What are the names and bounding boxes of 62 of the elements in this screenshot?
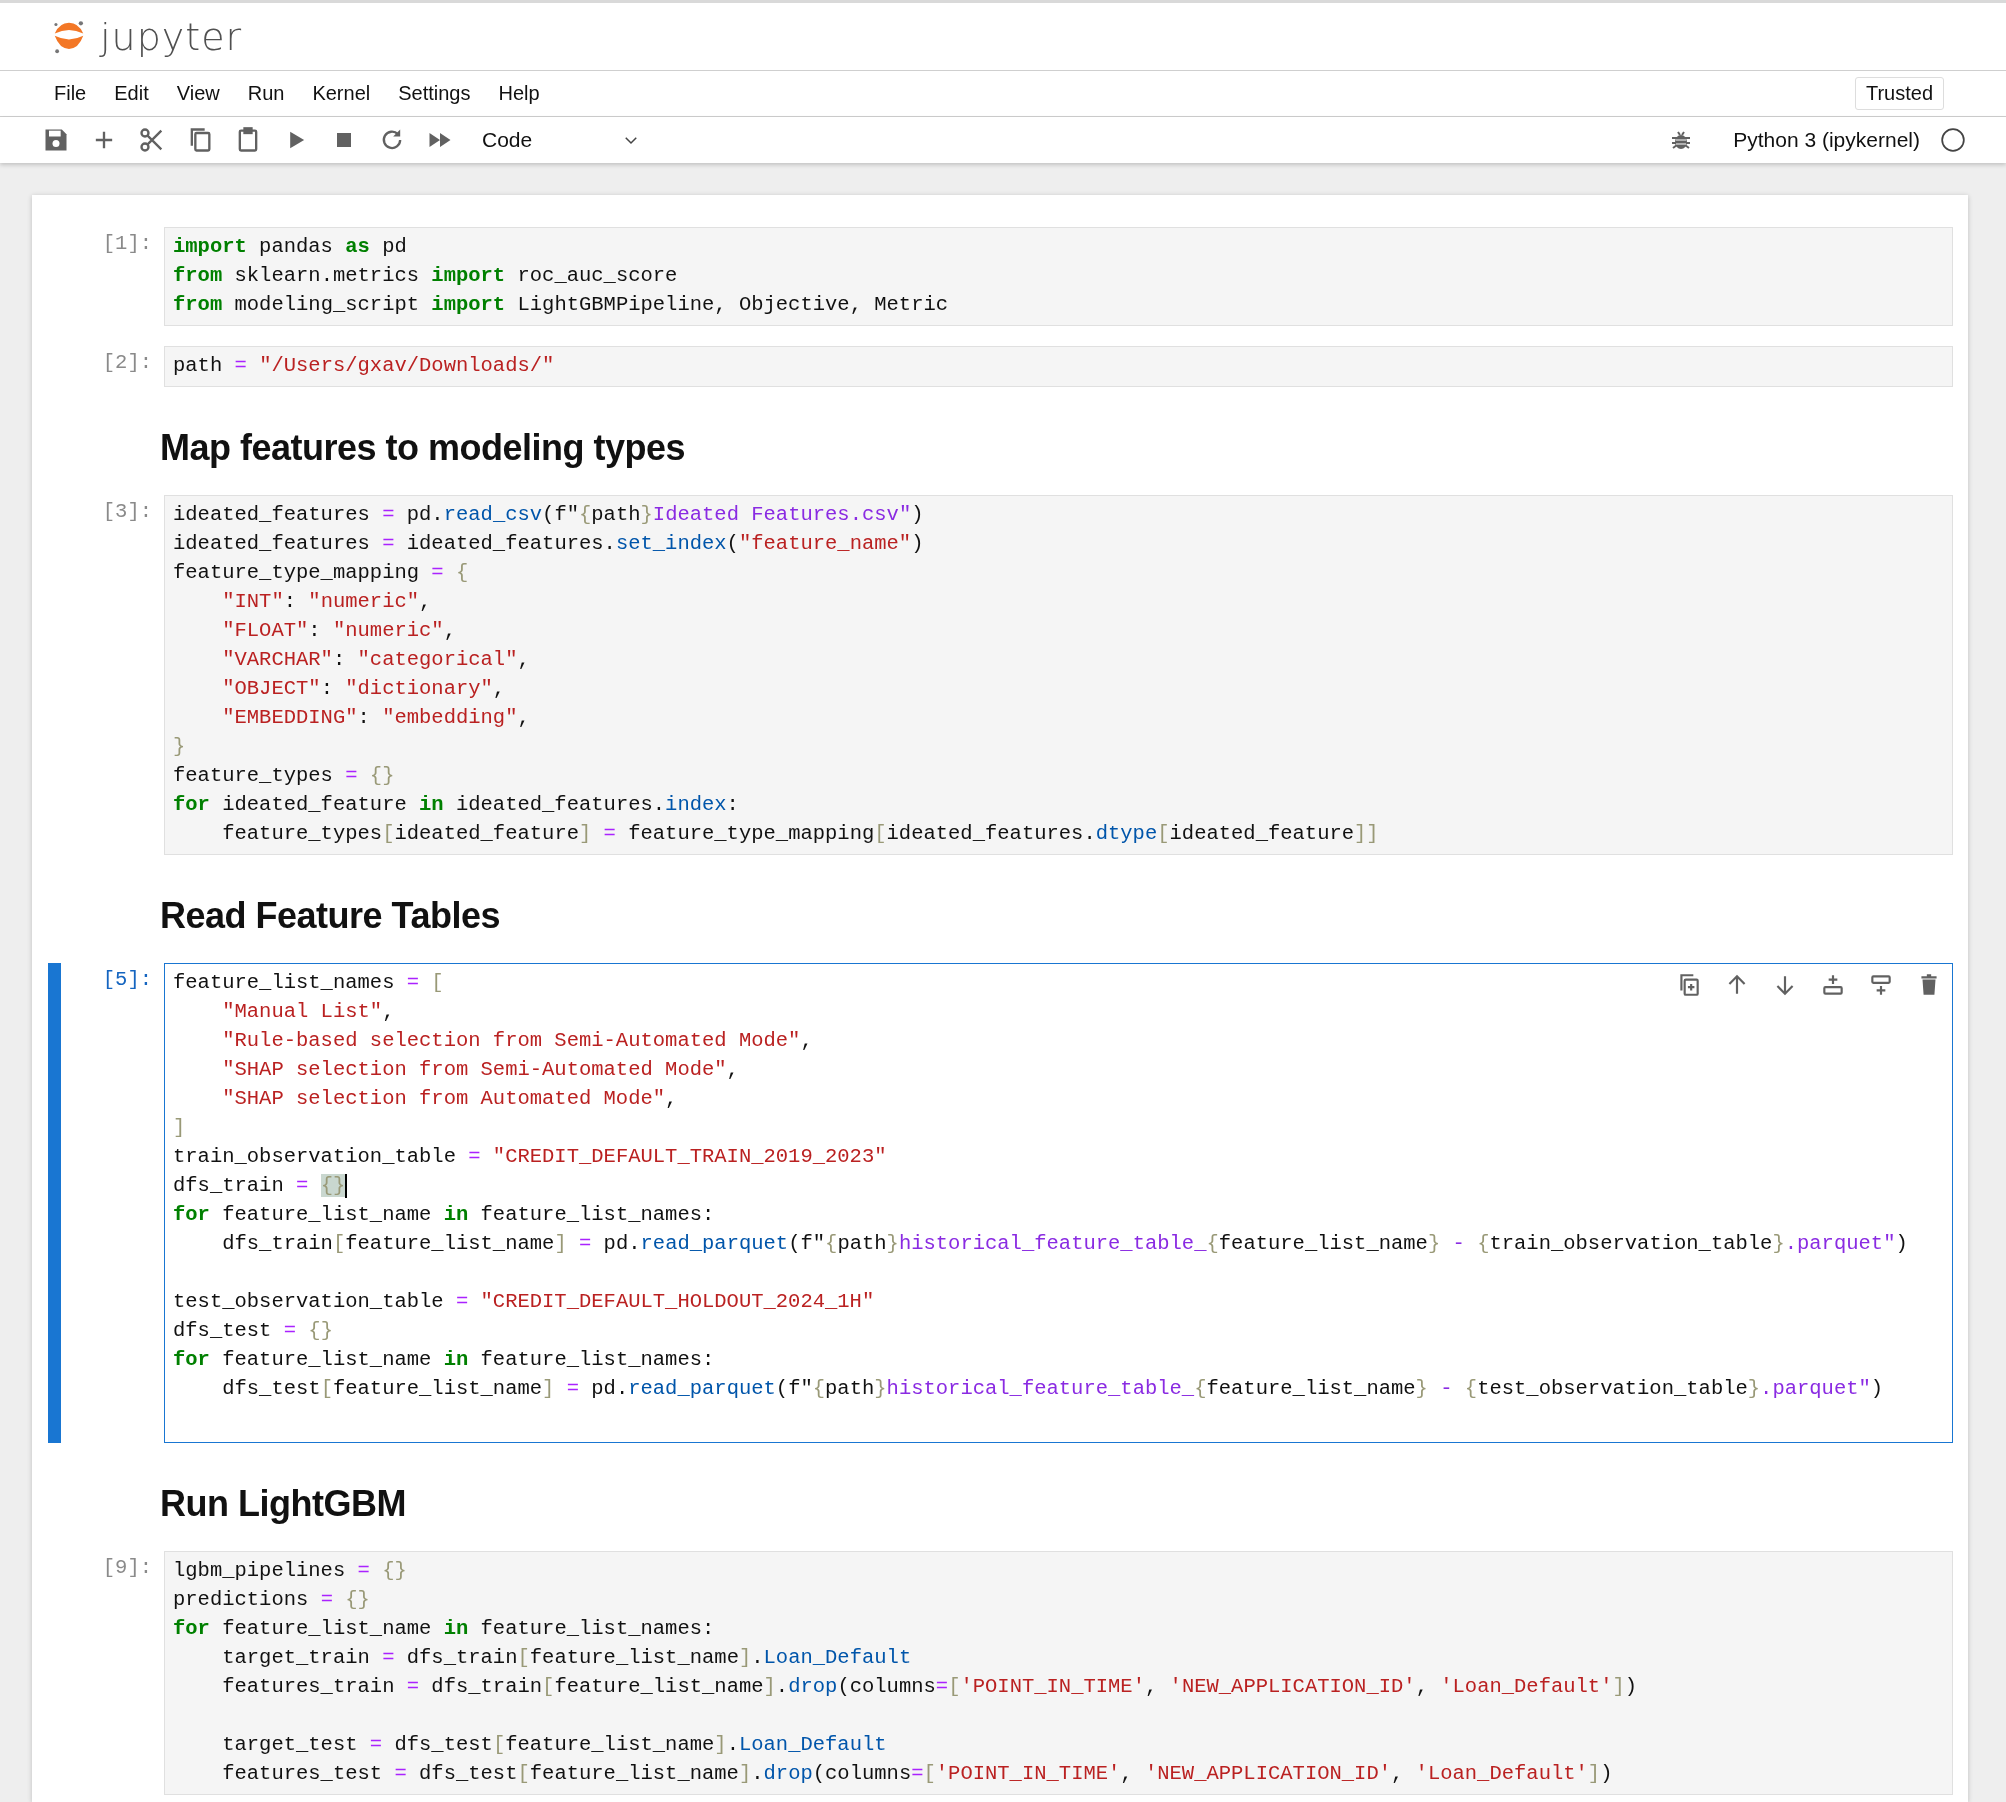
code-line: train_observation_table = "CREDIT_DEFAULT_TRAIN_2019_2023" <box>173 1144 887 1170</box>
code-line: "SHAP selection from Automated Mode", <box>221 1086 678 1112</box>
code-editor[interactable] <box>164 963 1953 1443</box>
execution-count: [2]: <box>101 350 152 374</box>
code-line: predictions = {} <box>173 1587 370 1613</box>
menu-item[interactable]: Kernel <box>298 76 385 111</box>
code-line: "INT": "numeric", <box>221 589 432 615</box>
code-line: "Rule-based selection from Semi-Automated Mode", <box>221 1028 813 1054</box>
app-name: jupyter <box>100 14 243 59</box>
menu-item[interactable]: View <box>162 76 234 111</box>
code-line: dfs_test = {} <box>173 1318 333 1344</box>
code-line: ideated_features = ideated_features.set_index("feature_name") <box>173 531 924 557</box>
code-editor[interactable]: path = "/Users/gxav/Downloads/" <box>164 346 1953 387</box>
code-line: dfs_train[feature_list_name] = pd.read_parquet(f"{path}historical_feature_table_{feature_list_name} - {train_observation_table}.parquet") <box>221 1231 1908 1257</box>
insert-below-icon[interactable] <box>1868 972 1894 998</box>
menu-item[interactable]: Run <box>233 76 299 111</box>
code-line: from modeling_script import LightGBMPipeline, Objective, Metric <box>173 292 949 318</box>
code-line: feature_types[ideated_feature] = feature_type_mapping[ideated_features.dtype[ideated_feature]] <box>221 821 1379 847</box>
code-line: feature_type_mapping = { <box>173 560 469 586</box>
section-heading: Read Feature Tables <box>160 895 501 937</box>
menu-item[interactable]: Settings <box>384 76 485 111</box>
code-line: "FLOAT": "numeric", <box>221 618 456 644</box>
code-line: target_test = dfs_test[feature_list_name].Loan_Default <box>221 1732 887 1758</box>
code-line: for feature_list_name in feature_list_names: <box>173 1347 715 1373</box>
insert-above-icon[interactable] <box>1820 972 1846 998</box>
code-editor[interactable]: import pandas as pd from sklearn.metrics import roc_auc_score from modeling_script import LightGBMPipeline, Objective, Metric <box>164 227 1953 326</box>
code-line: feature_list_names = [ <box>173 970 444 996</box>
section-heading: Run LightGBM <box>160 1483 407 1525</box>
code-line: features_train = dfs_train[feature_list_name].drop(columns=['POINT_IN_TIME', 'NEW_APPLICATION_ID', 'Loan_Default']) <box>221 1674 1638 1700</box>
code-line: ideated_features = pd.read_csv(f"{path}Ideated Features.csv") <box>173 502 924 528</box>
code-line: target_train = dfs_train[feature_list_name].Loan_Default <box>221 1645 912 1671</box>
code-line: "EMBEDDING": "embedding", <box>221 705 530 731</box>
code-line: for ideated_feature in ideated_features.index: <box>173 792 739 818</box>
code-line: from sklearn.metrics import roc_auc_score <box>173 263 678 289</box>
code-line: path = "/Users/gxav/Downloads/" <box>173 353 555 379</box>
execution-count: [3]: <box>101 499 152 523</box>
section-heading: Map features to modeling types <box>160 427 687 469</box>
code-line: } <box>173 734 186 760</box>
code-line: import pandas as pd <box>173 234 407 260</box>
code-line: "SHAP selection from Semi-Automated Mode", <box>221 1057 739 1083</box>
menu-item[interactable]: File <box>40 76 101 111</box>
menu-item[interactable]: Edit <box>100 76 163 111</box>
execution-count: [1]: <box>101 231 152 255</box>
code-line: lgbm_pipelines = {} <box>173 1558 407 1584</box>
code-line: for feature_list_name in feature_list_names: <box>173 1202 715 1228</box>
execution-count: [5]: <box>101 967 152 991</box>
code-line: "OBJECT": "dictionary", <box>221 676 506 702</box>
code-line: "Manual List", <box>221 999 395 1025</box>
kernel-name[interactable]: Python 3 (ipykernel) <box>1733 128 1920 152</box>
trusted-button[interactable]: Trusted <box>1854 77 1944 110</box>
kernel-status-icon <box>1940 127 1966 153</box>
code-line: ] <box>173 1115 186 1141</box>
cell-type-dropdown[interactable]: Code <box>474 128 649 152</box>
code-line: "VARCHAR": "categorical", <box>221 647 530 673</box>
execution-count: [9]: <box>101 1555 152 1579</box>
menu-item[interactable]: Help <box>484 76 554 111</box>
code-line: feature_types = {} <box>173 763 395 789</box>
code-line: dfs_test[feature_list_name] = pd.read_parquet(f"{path}historical_feature_table_{feature_list_name} - {test_observation_table}.parquet") <box>221 1376 1884 1402</box>
code-line: test_observation_table = "CREDIT_DEFAULT_HOLDOUT_2024_1H" <box>173 1289 875 1315</box>
code-line: dfs_train = {} <box>173 1172 348 1200</box>
code-line: for feature_list_name in feature_list_names: <box>173 1616 715 1642</box>
code-line: features_test = dfs_test[feature_list_name].drop(columns=['POINT_IN_TIME', 'NEW_APPLICATION_ID', 'Loan_Default']) <box>221 1761 1613 1787</box>
